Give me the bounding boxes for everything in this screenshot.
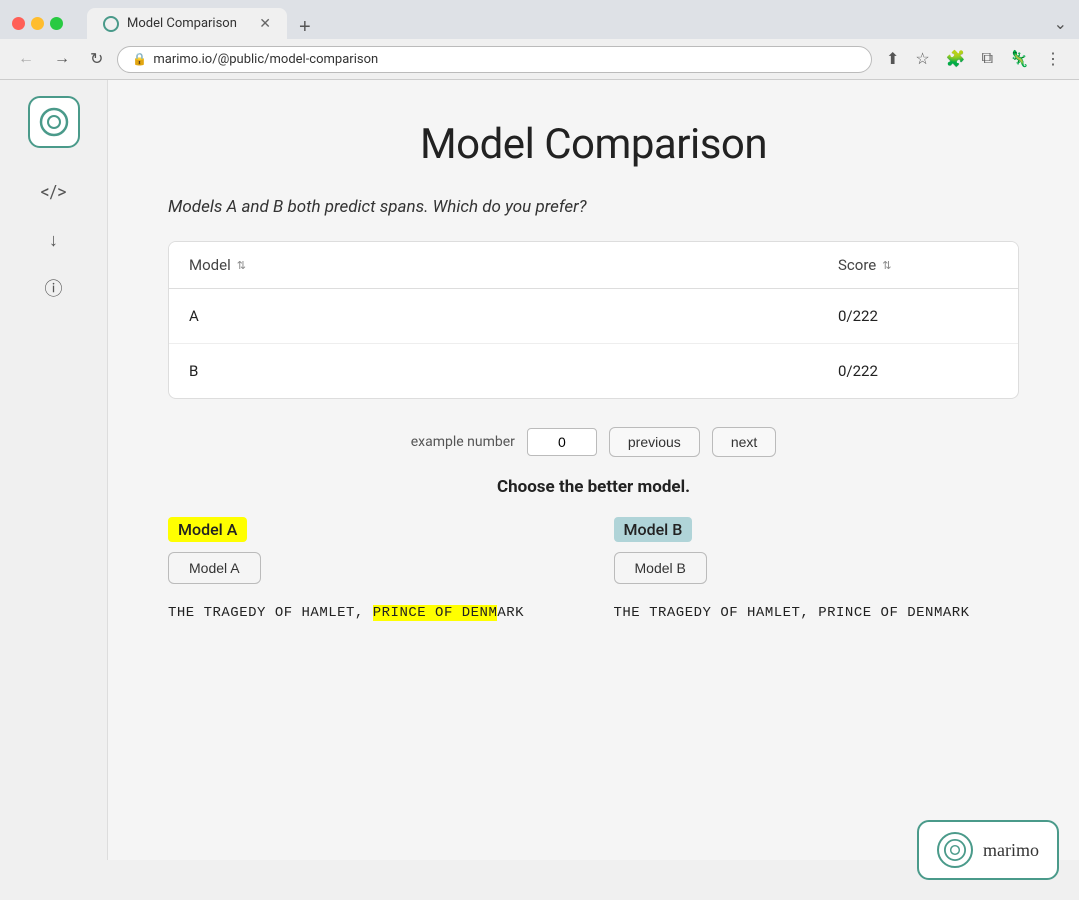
subtitle: Models A and B both predict spans. Which… (168, 197, 1019, 217)
model-a-label: Model A (168, 517, 247, 542)
code-icon: </> (41, 182, 67, 203)
controls-row: example number previous next (168, 427, 1019, 457)
maximize-button[interactable] (50, 17, 63, 30)
bookmark-button[interactable]: ☆ (909, 45, 935, 73)
example-number-input[interactable] (527, 428, 597, 456)
back-button[interactable]: ← (12, 46, 40, 72)
sidebar: </> ↓ ⓘ (0, 80, 108, 860)
marimo-logo (937, 832, 973, 868)
forward-button[interactable]: → (48, 46, 76, 72)
model-a-text: THE TRAGEDY OF HAMLET, PRINCE OF DENMARK (168, 602, 574, 624)
model-a-text-before: THE TRAGEDY OF HAMLET, (168, 605, 373, 621)
url-text: marimo.io/@public/model-comparison (153, 52, 378, 67)
main-layout: </> ↓ ⓘ Model Comparison Models A and B … (0, 80, 1079, 860)
lock-icon: 🔒 (132, 52, 147, 66)
score-column-header[interactable]: Score ⇅ (818, 242, 1018, 288)
tab-close-button[interactable]: ✕ (259, 15, 271, 32)
model-b-text-content: THE TRAGEDY OF HAMLET, PRINCE OF DENMARK (614, 605, 970, 621)
sidebar-logo (28, 96, 80, 148)
model-a-column: Model A Model A THE TRAGEDY OF HAMLET, P… (168, 517, 574, 624)
reload-button[interactable]: ↻ (84, 45, 109, 73)
model-b-label: Model B (614, 517, 693, 542)
browser-chrome: Model Comparison ✕ + ⌄ ← → ↻ 🔒 marimo.io… (0, 0, 1079, 80)
split-button[interactable]: ⧉ (976, 46, 999, 72)
active-tab[interactable]: Model Comparison ✕ (87, 8, 287, 39)
cell-score-a: 0/222 (818, 289, 1018, 343)
share-button[interactable]: ⬆ (880, 45, 905, 73)
score-header-label: Score (838, 256, 876, 274)
profile-button[interactable]: 🦎 (1003, 45, 1035, 73)
address-bar[interactable]: 🔒 marimo.io/@public/model-comparison (117, 46, 872, 73)
model-a-vote-button[interactable]: Model A (168, 552, 261, 584)
marimo-watermark: marimo (917, 820, 1059, 880)
comparison-table: Model ⇅ Score ⇅ A 0/222 B 0/222 (168, 241, 1019, 399)
download-icon: ↓ (49, 230, 58, 251)
next-button[interactable]: next (712, 427, 776, 457)
choose-label: Choose the better model. (168, 477, 1019, 497)
sidebar-item-info[interactable]: ⓘ (28, 268, 80, 308)
model-b-column: Model B Model B THE TRAGEDY OF HAMLET, P… (614, 517, 1020, 624)
table-header: Model ⇅ Score ⇅ (169, 242, 1018, 289)
model-b-text: THE TRAGEDY OF HAMLET, PRINCE OF DENMARK (614, 602, 1020, 624)
model-a-highlight-span: PRINCE OF DENM (373, 605, 498, 621)
minimize-button[interactable] (31, 17, 44, 30)
cell-model-b: B (169, 344, 818, 398)
sidebar-item-code[interactable]: </> (28, 172, 80, 212)
close-button[interactable] (12, 17, 25, 30)
cell-model-a: A (169, 289, 818, 343)
tab-favicon (103, 16, 119, 32)
model-sort-icon: ⇅ (237, 259, 246, 272)
page-title: Model Comparison (168, 120, 1019, 169)
menu-button[interactable]: ⋮ (1039, 45, 1067, 73)
info-icon: ⓘ (45, 275, 63, 301)
previous-button[interactable]: previous (609, 427, 700, 457)
tab-menu-button[interactable]: ⌄ (1054, 14, 1067, 34)
nav-actions: ⬆ ☆ 🧩 ⧉ 🦎 ⋮ (880, 45, 1067, 73)
nav-bar: ← → ↻ 🔒 marimo.io/@public/model-comparis… (0, 39, 1079, 80)
example-number-label: example number (411, 434, 515, 450)
title-bar: Model Comparison ✕ + ⌄ (0, 0, 1079, 39)
marimo-brand-text: marimo (983, 840, 1039, 861)
model-b-vote-button[interactable]: Model B (614, 552, 707, 584)
extensions-button[interactable]: 🧩 (940, 45, 972, 73)
tab-title: Model Comparison (127, 16, 237, 31)
new-tab-button[interactable]: + (291, 16, 319, 39)
score-sort-icon: ⇅ (882, 259, 891, 272)
cell-score-b: 0/222 (818, 344, 1018, 398)
models-grid: Model A Model A THE TRAGEDY OF HAMLET, P… (168, 517, 1019, 624)
table-row: A 0/222 (169, 289, 1018, 344)
window-controls (12, 17, 63, 30)
table-row: B 0/222 (169, 344, 1018, 398)
model-header-label: Model (189, 256, 231, 274)
tabs-bar: Model Comparison ✕ + (87, 8, 319, 39)
model-a-text-after: ARK (497, 605, 524, 621)
content-area: Model Comparison Models A and B both pre… (108, 80, 1079, 860)
sidebar-item-download[interactable]: ↓ (28, 220, 80, 260)
model-column-header[interactable]: Model ⇅ (169, 242, 818, 288)
